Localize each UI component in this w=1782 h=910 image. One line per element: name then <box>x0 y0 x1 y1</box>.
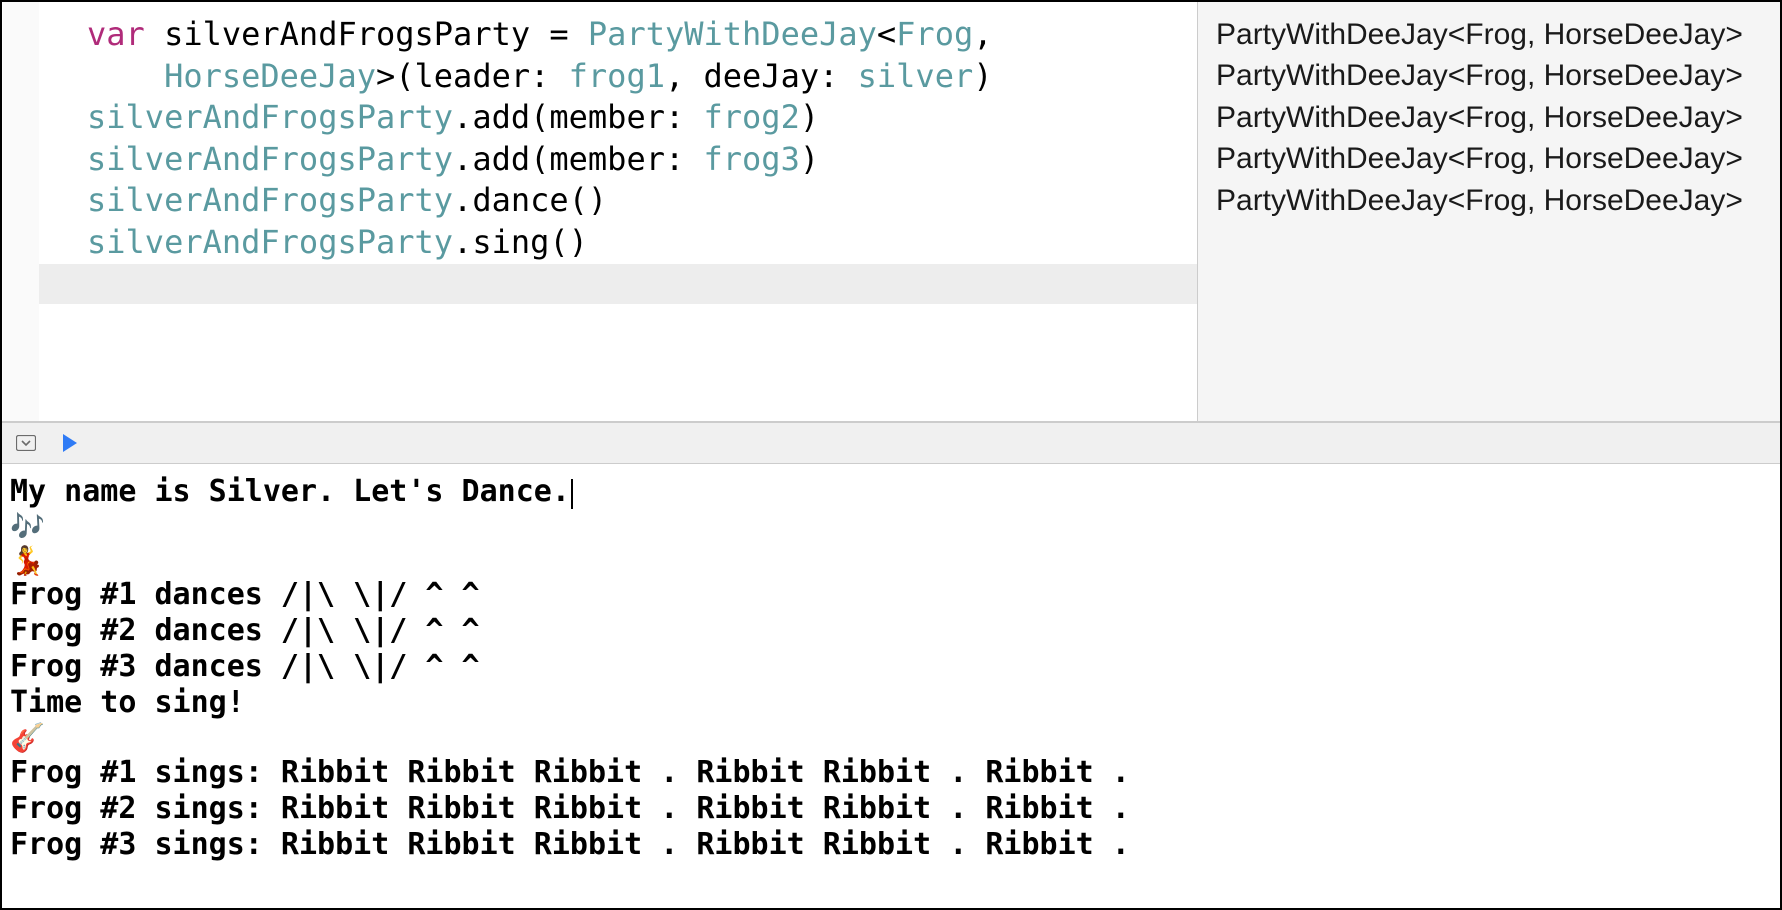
editor-area: var silverAndFrogsParty = PartyWithDeeJa… <box>2 2 1780 422</box>
code-line: silverAndFrogsParty.add(member: frog3) <box>87 139 1197 181</box>
type-name: HorseDeeJay <box>164 57 376 95</box>
chevron-down-boxed-icon <box>16 435 36 451</box>
code-line: HorseDeeJay>(leader: frog1, deeJay: silv… <box>87 56 1197 98</box>
console-line: Frog #1 sings: Ribbit Ribbit Ribbit . Ri… <box>10 755 1772 791</box>
identifier: silverAndFrogsParty <box>87 223 453 261</box>
code-line: silverAndFrogsParty.dance() <box>87 180 1197 222</box>
text-cursor <box>571 479 573 509</box>
identifier: frog1 <box>569 57 665 95</box>
code-line: silverAndFrogsParty.add(member: frog2) <box>87 97 1197 139</box>
playground-window: var silverAndFrogsParty = PartyWithDeeJa… <box>0 0 1782 910</box>
code-editor[interactable]: var silverAndFrogsParty = PartyWithDeeJa… <box>38 2 1198 421</box>
current-line-highlight <box>39 264 1197 304</box>
code-line: var silverAndFrogsParty = PartyWithDeeJa… <box>87 14 1197 56</box>
console-line: My name is Silver. Let's Dance. <box>10 474 1772 510</box>
debug-toolbar <box>2 422 1780 464</box>
keyword-var: var <box>87 15 145 53</box>
console-line: 🎸 <box>10 721 1772 755</box>
type-name: PartyWithDeeJay <box>588 15 877 53</box>
console-line: 🎶 <box>10 510 1772 544</box>
console-line: Frog #1 dances /|\ \|/ ^ ^ <box>10 577 1772 613</box>
console-toggle-button[interactable] <box>14 431 38 455</box>
identifier: silver <box>858 57 974 95</box>
code-line: silverAndFrogsParty.sing() <box>87 222 1197 264</box>
identifier: frog3 <box>704 140 800 178</box>
type-name: Frog <box>896 15 973 53</box>
console-line: 💃 <box>10 544 1772 578</box>
console-line: Time to sing! <box>10 685 1772 721</box>
identifier: silverAndFrogsParty <box>87 181 453 219</box>
result-line: PartyWithDeeJay<Frog, HorseDeeJay> <box>1216 180 1780 221</box>
play-icon <box>61 433 79 453</box>
run-button[interactable] <box>58 431 82 455</box>
result-line: PartyWithDeeJay<Frog, HorseDeeJay> <box>1216 14 1780 55</box>
line-gutter <box>3 2 39 421</box>
identifier: frog2 <box>704 98 800 136</box>
results-sidebar[interactable]: PartyWithDeeJay<Frog, HorseDeeJay> Party… <box>1198 2 1780 421</box>
result-line: PartyWithDeeJay<Frog, HorseDeeJay> <box>1216 97 1780 138</box>
console-line: Frog #3 dances /|\ \|/ ^ ^ <box>10 649 1772 685</box>
identifier: silverAndFrogsParty <box>87 98 453 136</box>
result-line: PartyWithDeeJay<Frog, HorseDeeJay> <box>1216 138 1780 179</box>
console-line: Frog #3 sings: Ribbit Ribbit Ribbit . Ri… <box>10 827 1772 863</box>
console-line: Frog #2 sings: Ribbit Ribbit Ribbit . Ri… <box>10 791 1772 827</box>
identifier: silverAndFrogsParty <box>87 140 453 178</box>
console-output[interactable]: My name is Silver. Let's Dance. 🎶 💃 Frog… <box>2 464 1780 908</box>
console-line: Frog #2 dances /|\ \|/ ^ ^ <box>10 613 1772 649</box>
result-line: PartyWithDeeJay<Frog, HorseDeeJay> <box>1216 55 1780 96</box>
